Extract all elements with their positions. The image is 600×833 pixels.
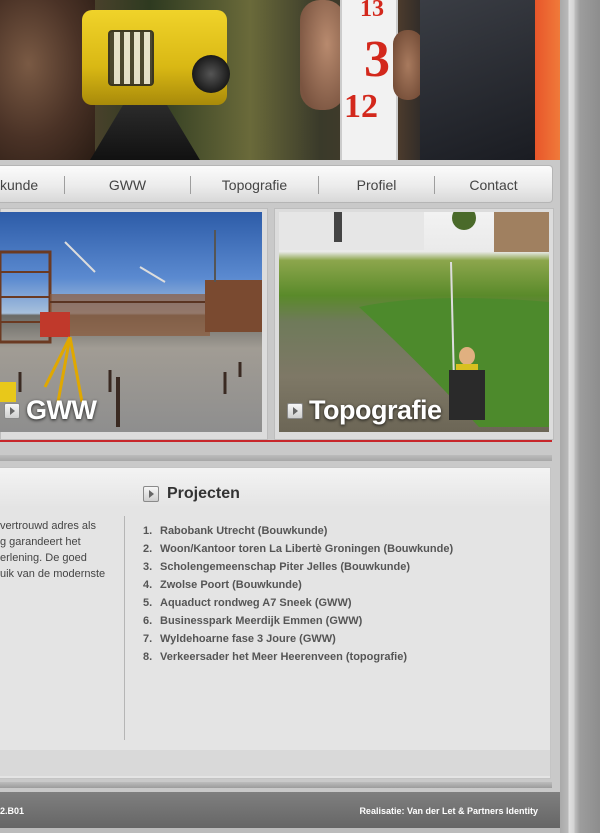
project-link[interactable]: Businesspark Meerdijk Emmen (GWW) <box>160 615 362 627</box>
project-link[interactable]: Zwolse Poort (Bouwkunde) <box>160 579 302 591</box>
hero-banner: 13 3 12 <box>0 0 560 160</box>
page-right-rail <box>560 0 600 833</box>
project-item[interactable]: 6. Businesspark Meerdijk Emmen (GWW) <box>143 612 453 630</box>
surveyor-person-image <box>0 0 95 160</box>
project-item[interactable]: 1. Rabobank Utrecht (Bouwkunde) <box>143 522 453 540</box>
nav-item-contact[interactable]: Contact <box>435 166 552 202</box>
hand-image <box>393 30 423 100</box>
accent-divider <box>0 440 552 442</box>
topografie-panel-label[interactable]: Topografie <box>287 395 442 426</box>
safety-vest-image <box>535 0 560 160</box>
hand-image <box>300 0 345 110</box>
project-item[interactable]: 5. Aquaduct rondweg A7 Sneek (GWW) <box>143 594 453 612</box>
tripod-image <box>90 105 200 160</box>
play-icon <box>143 486 159 502</box>
projects-title: Projecten <box>167 485 240 502</box>
project-link[interactable]: Verkeersader het Meer Heerenveen (topogr… <box>160 651 407 663</box>
project-link[interactable]: Rabobank Utrecht (Bouwkunde) <box>160 525 327 537</box>
projects-header: Projecten <box>143 485 240 503</box>
intro-text: vertrouwd adres als g garandeert het erl… <box>0 518 120 582</box>
project-link[interactable]: Scholengemeenschap Piter Jelles (Bouwkun… <box>160 561 410 573</box>
footer-code: 2.B01 <box>0 806 25 816</box>
bottom-divider <box>0 782 552 788</box>
project-link[interactable]: Wyldehoarne fase 3 Joure (GWW) <box>160 633 336 645</box>
intro-line: vertrouwd adres als <box>0 520 96 532</box>
intro-line: g garandeert het <box>0 536 81 548</box>
project-item[interactable]: 2. Woon/Kantoor toren La Libertè Groninge… <box>143 540 453 558</box>
page-footer: 2.B01 Realisatie: Van der Let & Partners… <box>0 792 560 828</box>
footer-bottom-strip <box>0 828 560 833</box>
column-divider <box>124 516 125 740</box>
topografie-panel[interactable]: Topografie <box>279 212 549 432</box>
leveling-staff-image: 13 3 12 <box>340 0 398 160</box>
main-navigation: kunde GWW Topografie Profiel Contact <box>0 165 553 203</box>
gww-panel-title: GWW <box>26 395 97 425</box>
staff-number: 13 <box>360 0 384 22</box>
project-item[interactable]: 7. Wyldehoarne fase 3 Joure (GWW) <box>143 630 453 648</box>
project-item[interactable]: 8. Verkeersader het Meer Heerenveen (topo… <box>143 648 453 666</box>
project-item[interactable]: 3. Scholengemeenschap Piter Jelles (Bouwk… <box>143 558 453 576</box>
topografie-panel-title: Topografie <box>309 395 442 425</box>
play-icon <box>287 402 303 419</box>
projects-list: 1. Rabobank Utrecht (Bouwkunde) 2. Woon/Ka… <box>143 522 453 666</box>
section-divider <box>0 455 552 461</box>
instrument-keypad-image <box>108 30 154 86</box>
content-bottom-band <box>0 750 550 776</box>
intro-line: erlening. De goed <box>0 552 87 564</box>
instrument-lens-image <box>192 55 230 93</box>
play-icon <box>4 402 20 419</box>
nav-item-topografie[interactable]: Topografie <box>191 166 318 202</box>
staff-number: 3 <box>364 31 390 88</box>
footer-credit-link[interactable]: Realisatie: Van der Let & Partners Ident… <box>359 806 538 816</box>
project-link[interactable]: Woon/Kantoor toren La Libertè Groningen … <box>160 543 453 555</box>
project-link[interactable]: Aquaduct rondweg A7 Sneek (GWW) <box>160 597 352 609</box>
project-item[interactable]: 4. Zwolse Poort (Bouwkunde) <box>143 576 453 594</box>
gww-panel[interactable]: GWW <box>0 212 262 432</box>
staff-number: 12 <box>344 88 378 125</box>
jacket-image <box>420 0 535 160</box>
nav-item-profiel[interactable]: Profiel <box>319 166 434 202</box>
nav-item-gww[interactable]: GWW <box>65 166 190 202</box>
intro-line: uik van de modernste <box>0 568 106 580</box>
gww-panel-label[interactable]: GWW <box>4 395 97 426</box>
nav-item-bouwkunde[interactable]: kunde <box>0 166 60 202</box>
